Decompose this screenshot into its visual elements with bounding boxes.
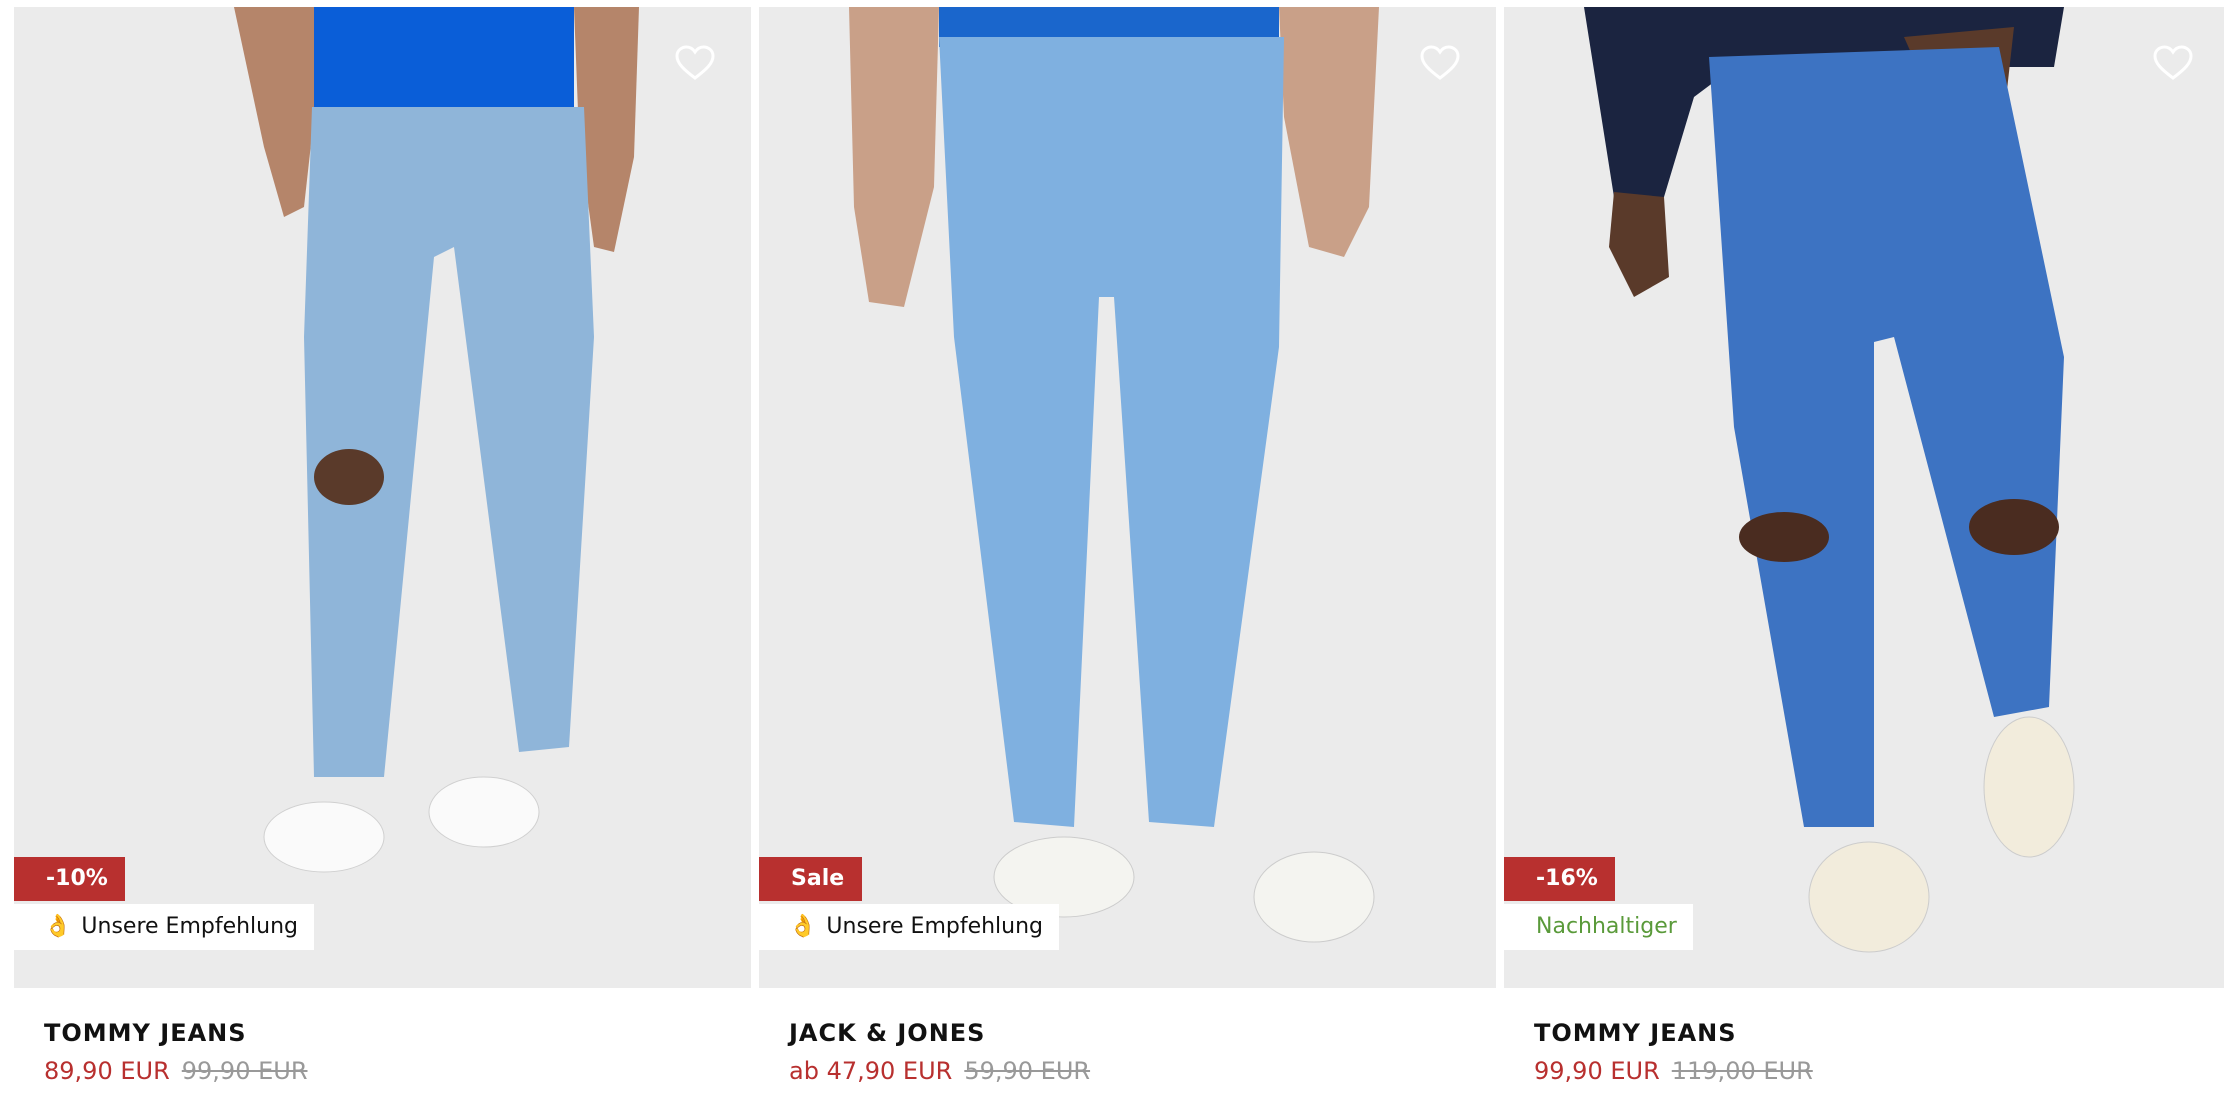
current-price: 99,90 EUR: [1534, 1057, 1660, 1085]
sustainability-label: Nachhaltiger: [1536, 914, 1677, 939]
price-row: 99,90 EUR 119,00 EUR: [1534, 1057, 1813, 1085]
product-image[interactable]: -16% Nachhaltiger: [1504, 7, 2224, 988]
recommendation-label: Unsere Empfehlung: [81, 914, 299, 939]
product-photo: [759, 7, 1496, 988]
product-info[interactable]: TOMMY JEANS 99,90 EUR 119,00 EUR: [1534, 1019, 1813, 1085]
product-card[interactable]: Sale 👌 Unsere Empfehlung JACK & JONES ab…: [759, 7, 1496, 1100]
product-card[interactable]: -16% Nachhaltiger TOMMY JEANS 99,90 EUR …: [1504, 7, 2224, 1100]
product-image[interactable]: Sale 👌 Unsere Empfehlung: [759, 7, 1496, 988]
discount-badge: -10%: [14, 857, 125, 901]
sustainability-badge: Nachhaltiger: [1504, 904, 1693, 950]
sale-badge: Sale: [759, 857, 863, 901]
ok-hand-icon: 👌: [789, 914, 817, 939]
wishlist-button[interactable]: [2149, 39, 2197, 87]
current-price: 89,90 EUR: [44, 1057, 170, 1085]
price-row: 89,90 EUR 99,90 EUR: [44, 1057, 308, 1085]
price-row: ab 47,90 EUR 59,90 EUR: [789, 1057, 1090, 1085]
wishlist-button[interactable]: [1416, 39, 1464, 87]
product-info[interactable]: TOMMY JEANS 89,90 EUR 99,90 EUR: [44, 1019, 308, 1085]
brand-name[interactable]: TOMMY JEANS: [1534, 1019, 1813, 1053]
heart-outline-icon: [675, 45, 715, 80]
discount-badge: -16%: [1504, 857, 1615, 901]
product-grid: -10% 👌 Unsere Empfehlung TOMMY JEANS 89,…: [0, 0, 2224, 1100]
product-info[interactable]: JACK & JONES ab 47,90 EUR 59,90 EUR: [789, 1019, 1090, 1085]
recommendation-label: Unsere Empfehlung: [826, 914, 1044, 939]
heart-outline-icon: [1420, 45, 1460, 80]
current-price: ab 47,90 EUR: [789, 1057, 953, 1085]
product-card[interactable]: -10% 👌 Unsere Empfehlung TOMMY JEANS 89,…: [14, 7, 751, 1100]
original-price: 59,90 EUR: [964, 1057, 1091, 1085]
recommendation-badge: 👌 Unsere Empfehlung: [14, 904, 315, 950]
recommendation-badge: 👌 Unsere Empfehlung: [759, 904, 1060, 950]
product-image[interactable]: -10% 👌 Unsere Empfehlung: [14, 7, 751, 988]
product-photo: [14, 7, 751, 988]
ok-hand-icon: 👌: [44, 914, 72, 939]
heart-outline-icon: [2153, 45, 2193, 80]
brand-name[interactable]: TOMMY JEANS: [44, 1019, 308, 1053]
original-price: 119,00 EUR: [1671, 1057, 1813, 1085]
wishlist-button[interactable]: [671, 39, 719, 87]
brand-name[interactable]: JACK & JONES: [789, 1019, 1090, 1053]
original-price: 99,90 EUR: [181, 1057, 308, 1085]
product-photo: [1504, 7, 2224, 988]
